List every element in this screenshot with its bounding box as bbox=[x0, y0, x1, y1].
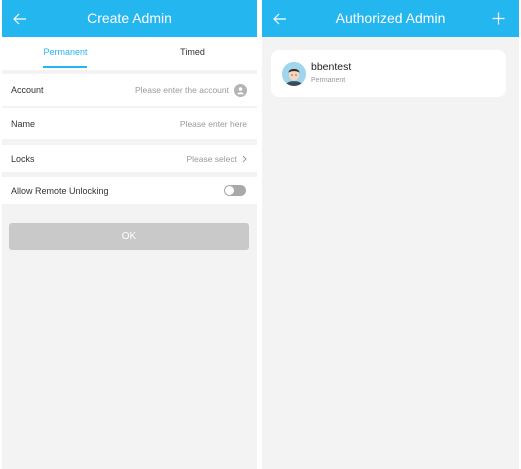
tab-timed-label: Timed bbox=[180, 47, 205, 57]
toggle-knob bbox=[225, 186, 234, 195]
name-field[interactable]: Please enter here bbox=[180, 108, 247, 139]
name-placeholder: Please enter here bbox=[179, 118, 247, 129]
account-placeholder: Please enter the account bbox=[134, 85, 229, 95]
account-label: Account bbox=[11, 85, 44, 95]
avatar bbox=[282, 62, 306, 86]
create-admin-header: Create Admin bbox=[2, 0, 257, 37]
locks-value: Please select bbox=[186, 153, 237, 164]
authorized-admin-header: Authorized Admin bbox=[262, 0, 519, 37]
admin-type-tabs: Permanent Timed bbox=[2, 37, 257, 70]
add-admin-button[interactable] bbox=[483, 0, 513, 37]
admin-type: Permanent bbox=[311, 77, 346, 84]
locks-select[interactable]: Please select bbox=[186, 145, 247, 172]
account-field[interactable]: Please enter the account bbox=[135, 74, 247, 106]
chevron-right-icon bbox=[242, 155, 247, 162]
authorized-admin-screen: Authorized Admin bbentest Permanent bbox=[262, 0, 519, 469]
contact-picker-button[interactable] bbox=[234, 83, 247, 97]
remote-unlock-toggle[interactable] bbox=[224, 185, 246, 196]
active-tab-indicator bbox=[43, 66, 87, 68]
locks-label: Locks bbox=[11, 153, 35, 164]
remote-unlock-label: Allow Remote Unlocking bbox=[11, 185, 109, 196]
tab-timed[interactable]: Timed bbox=[129, 37, 256, 70]
ok-button[interactable]: OK bbox=[9, 223, 249, 250]
tab-permanent-label: Permanent bbox=[43, 47, 88, 57]
name-row[interactable]: Name Please enter here bbox=[2, 108, 257, 139]
page-title: Authorized Admin bbox=[335, 10, 446, 26]
contact-icon bbox=[237, 86, 244, 94]
remote-unlock-row: Allow Remote Unlocking bbox=[2, 177, 257, 204]
locks-row[interactable]: Locks Please select bbox=[2, 145, 257, 172]
account-row[interactable]: Account Please enter the account bbox=[2, 74, 257, 106]
create-admin-screen: Create Admin Permanent Timed Account Ple… bbox=[2, 0, 257, 469]
admin-name: bbentest bbox=[311, 61, 352, 73]
person-avatar-icon bbox=[282, 62, 306, 86]
page-title: Create Admin bbox=[87, 10, 172, 26]
name-label: Name bbox=[11, 118, 36, 129]
plus-icon bbox=[492, 12, 504, 25]
admin-list-item[interactable]: bbentest Permanent bbox=[271, 50, 506, 97]
